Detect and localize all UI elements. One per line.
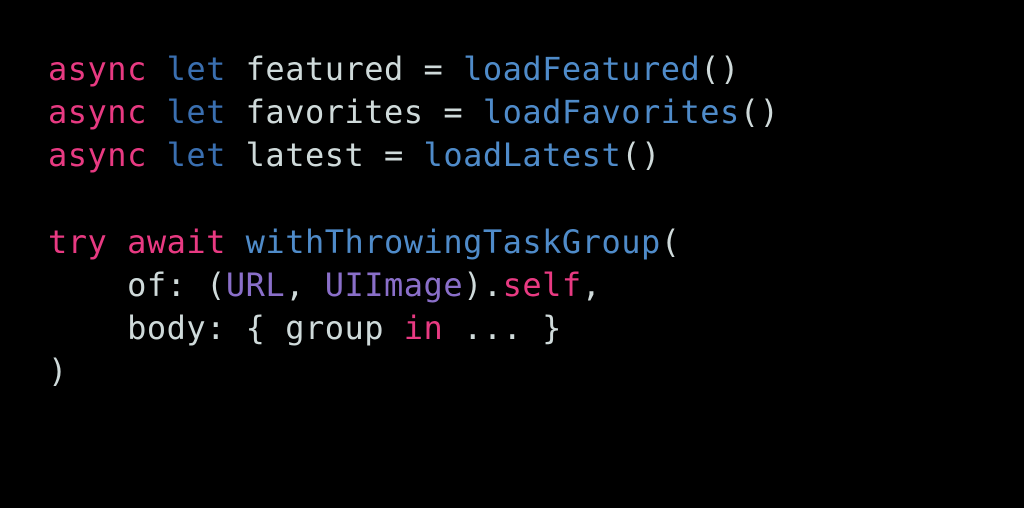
keyword-let: let (167, 50, 226, 88)
equals: = (424, 50, 464, 88)
code-line-8: ) (48, 352, 68, 390)
colon-group: : { group (206, 309, 404, 347)
keyword-let: let (167, 136, 226, 174)
comma: , (285, 266, 325, 304)
code-line-1: async let featured = loadFeatured() (48, 50, 740, 88)
keyword-in: in (404, 309, 444, 347)
code-line-3: async let latest = loadLatest() (48, 136, 661, 174)
code-line-7: body: { group in ... } (48, 309, 562, 347)
rest: ... } (443, 309, 562, 347)
type-uiimage: UIImage (325, 266, 463, 304)
keyword-await: await (127, 223, 226, 261)
keyword-try: try (48, 223, 107, 261)
keyword-let: let (167, 93, 226, 131)
keyword-async: async (48, 50, 147, 88)
code-line-5: try await withThrowingTaskGroup( (48, 223, 681, 261)
paren-close: ) (48, 352, 68, 390)
paren-open: ( (661, 223, 681, 261)
keyword-async: async (48, 93, 147, 131)
comma: , (582, 266, 602, 304)
colon: : ( (167, 266, 226, 304)
code-line-6: of: (URL, UIImage).self, (48, 266, 601, 304)
fn-loadFeatured: loadFeatured (463, 50, 700, 88)
parens: () (621, 136, 661, 174)
param-body: body (127, 309, 206, 347)
identifier-latest: latest (226, 136, 384, 174)
identifier-favorites: favorites (226, 93, 443, 131)
keyword-async: async (48, 136, 147, 174)
code-block: async let featured = loadFeatured() asyn… (48, 48, 976, 394)
close: ). (463, 266, 503, 304)
param-of: of (127, 266, 167, 304)
type-url: URL (226, 266, 285, 304)
equals: = (443, 93, 483, 131)
code-line-2: async let favorites = loadFavorites() (48, 93, 779, 131)
parens: () (740, 93, 780, 131)
parens: () (700, 50, 740, 88)
keyword-self: self (503, 266, 582, 304)
fn-loadFavorites: loadFavorites (483, 93, 740, 131)
fn-withThrowingTaskGroup: withThrowingTaskGroup (246, 223, 661, 261)
fn-loadLatest: loadLatest (424, 136, 622, 174)
equals: = (384, 136, 424, 174)
identifier-featured: featured (226, 50, 424, 88)
